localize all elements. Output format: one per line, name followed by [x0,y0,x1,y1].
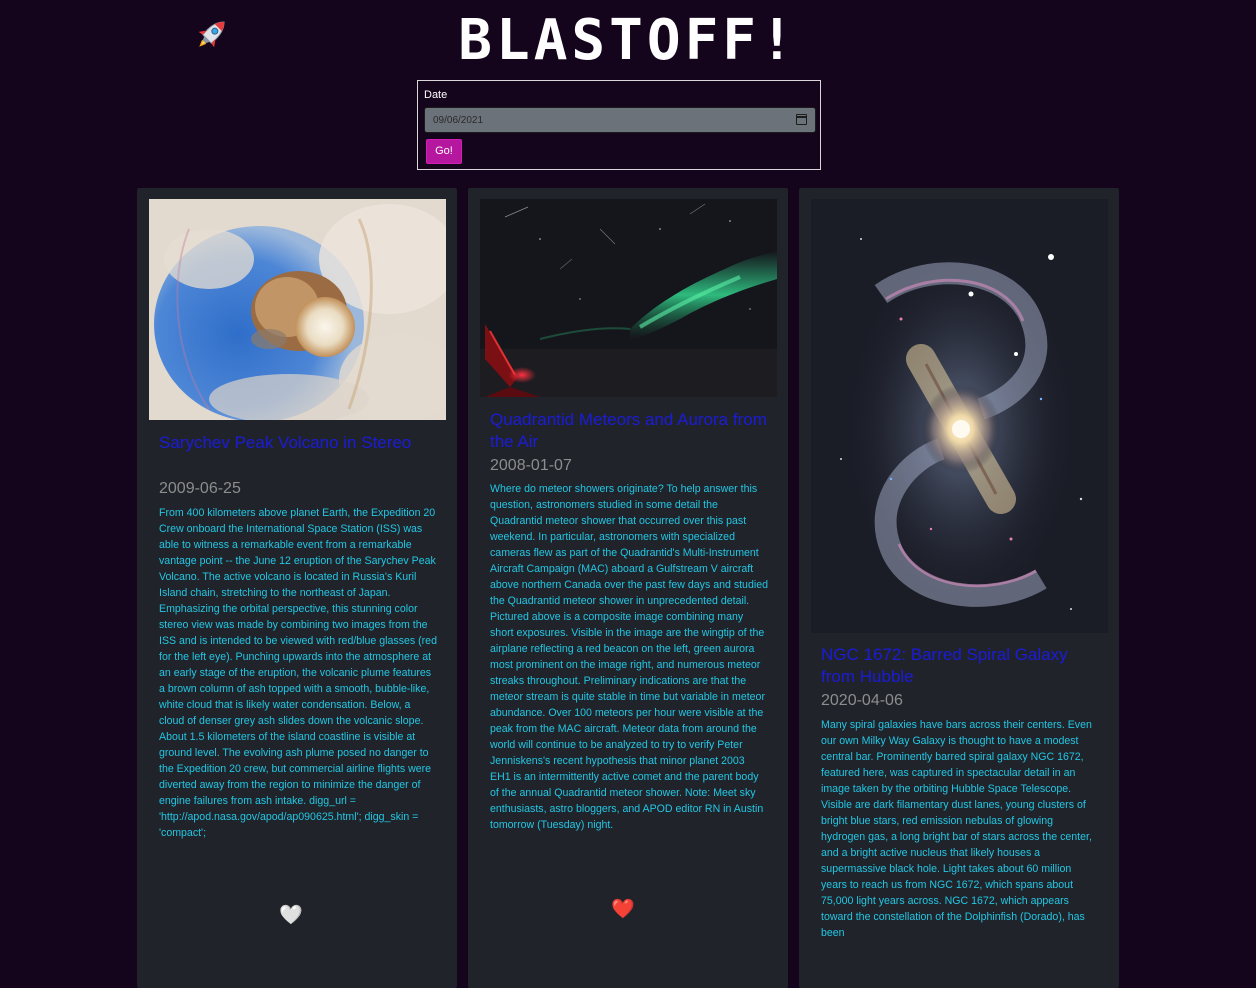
white-heart-icon[interactable]: 🤍 [279,905,303,927]
apod-title[interactable]: Quadrantid Meteors and Aurora from the A… [490,409,770,453]
apod-image [480,199,777,397]
apod-date: 2009-06-25 [159,480,241,497]
apod-date: 2020-04-06 [821,692,903,709]
apod-card: Sarychev Peak Volcano in Stereo 2009-06-… [137,188,457,988]
date-input[interactable]: 09/06/2021 [424,107,816,133]
date-label: Date [424,89,448,101]
red-heart-icon[interactable]: ❤️ [611,899,635,921]
apod-title[interactable]: Sarychev Peak Volcano in Stereo [159,432,439,454]
app-header: BLASTOFF! [0,0,1256,80]
apod-image [811,199,1108,633]
apod-card: NGC 1672: Barred Spiral Galaxy from Hubb… [799,188,1119,988]
calendar-icon[interactable] [796,114,807,125]
apod-title[interactable]: NGC 1672: Barred Spiral Galaxy from Hubb… [821,644,1101,688]
apod-image [149,199,446,420]
apod-explanation: From 400 kilometers above planet Earth, … [159,507,437,839]
date-picker-form: Date 09/06/2021 Go! [417,80,821,170]
app-title: BLASTOFF! [458,8,798,73]
apod-explanation: Many spiral galaxies have bars across th… [821,719,1092,939]
apod-explanation: Where do meteor showers originate? To he… [490,483,768,831]
go-button[interactable]: Go! [426,139,462,164]
apod-card: Quadrantid Meteors and Aurora from the A… [468,188,788,988]
apod-date: 2008-01-07 [490,457,572,474]
date-input-value: 09/06/2021 [433,115,484,126]
